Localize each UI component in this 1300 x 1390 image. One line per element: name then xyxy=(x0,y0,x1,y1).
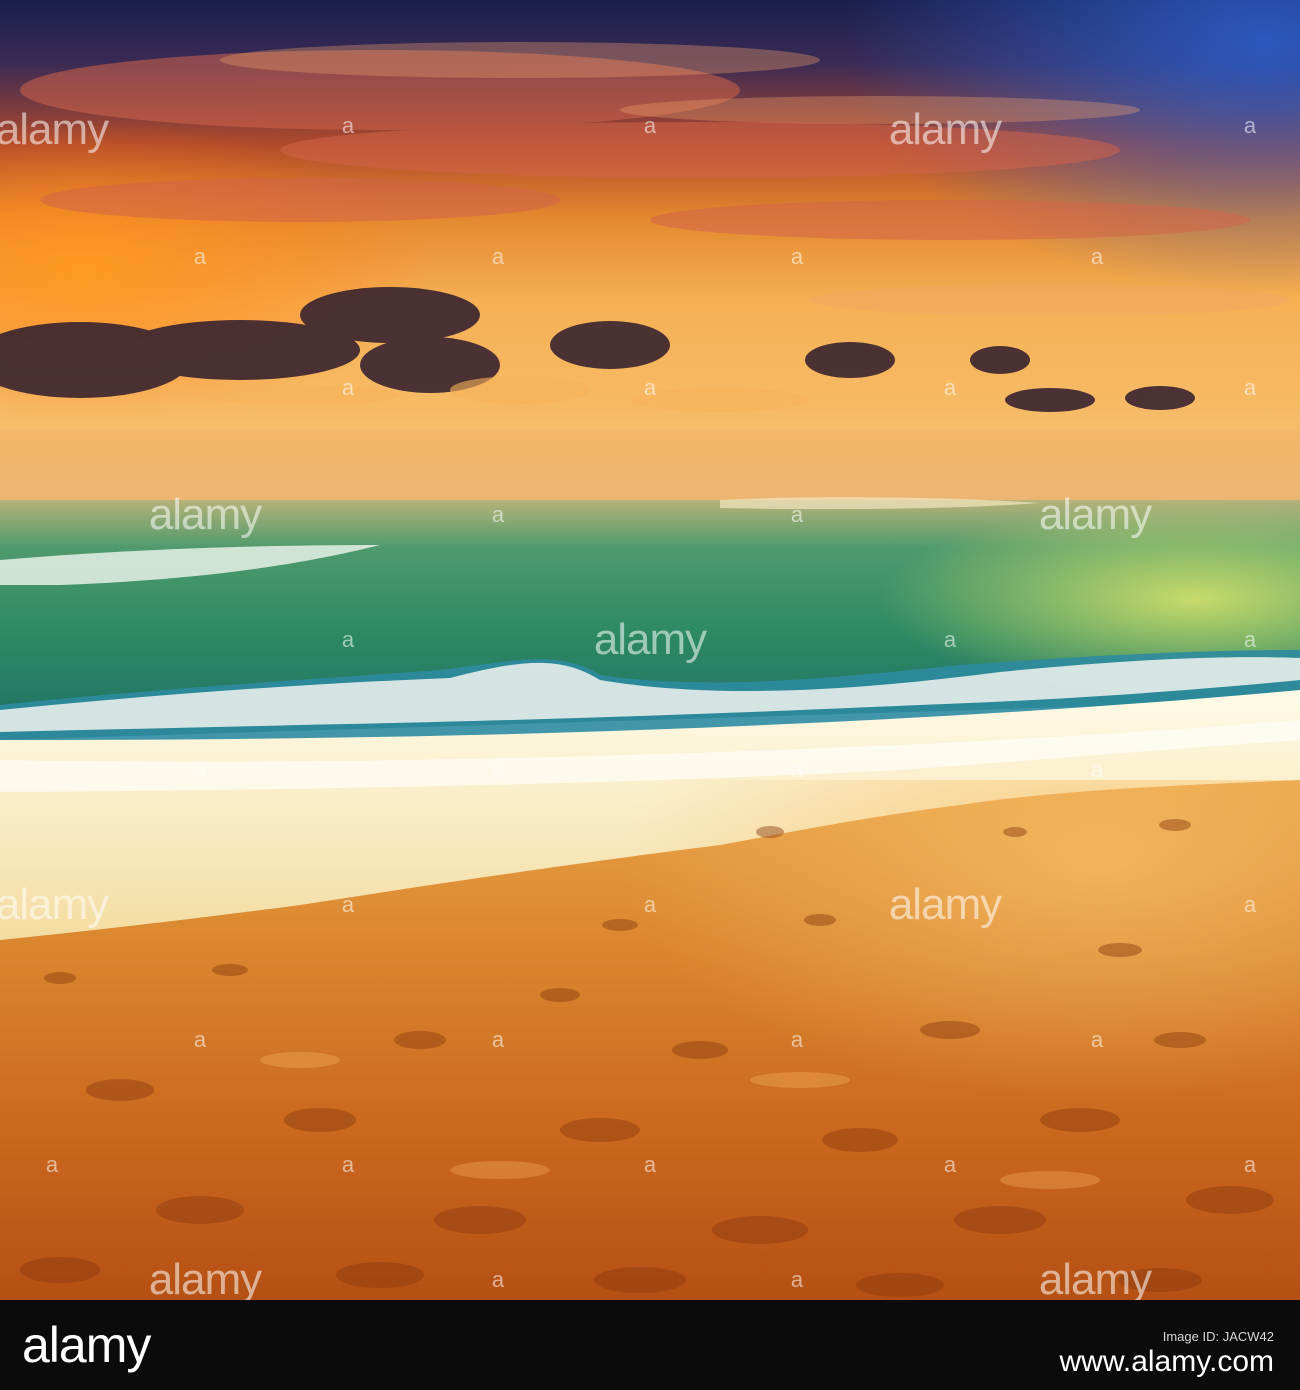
image-url: www.alamy.com xyxy=(1059,1344,1274,1378)
stock-photo-frame: alamy alamy alamy alamy alamy alamy alam… xyxy=(0,0,1300,1390)
image-id-caption: Image ID: JACW42 xyxy=(1162,1329,1274,1344)
stock-banner: alamy Image ID: JACW42 www.alamy.com xyxy=(0,1300,1300,1390)
brand-logo: alamy xyxy=(22,1317,151,1373)
photo-scene xyxy=(0,0,1300,1300)
beach-sunset-photo xyxy=(0,0,1300,1300)
image-id-block: Image ID: JACW42 www.alamy.com xyxy=(1059,1329,1274,1379)
